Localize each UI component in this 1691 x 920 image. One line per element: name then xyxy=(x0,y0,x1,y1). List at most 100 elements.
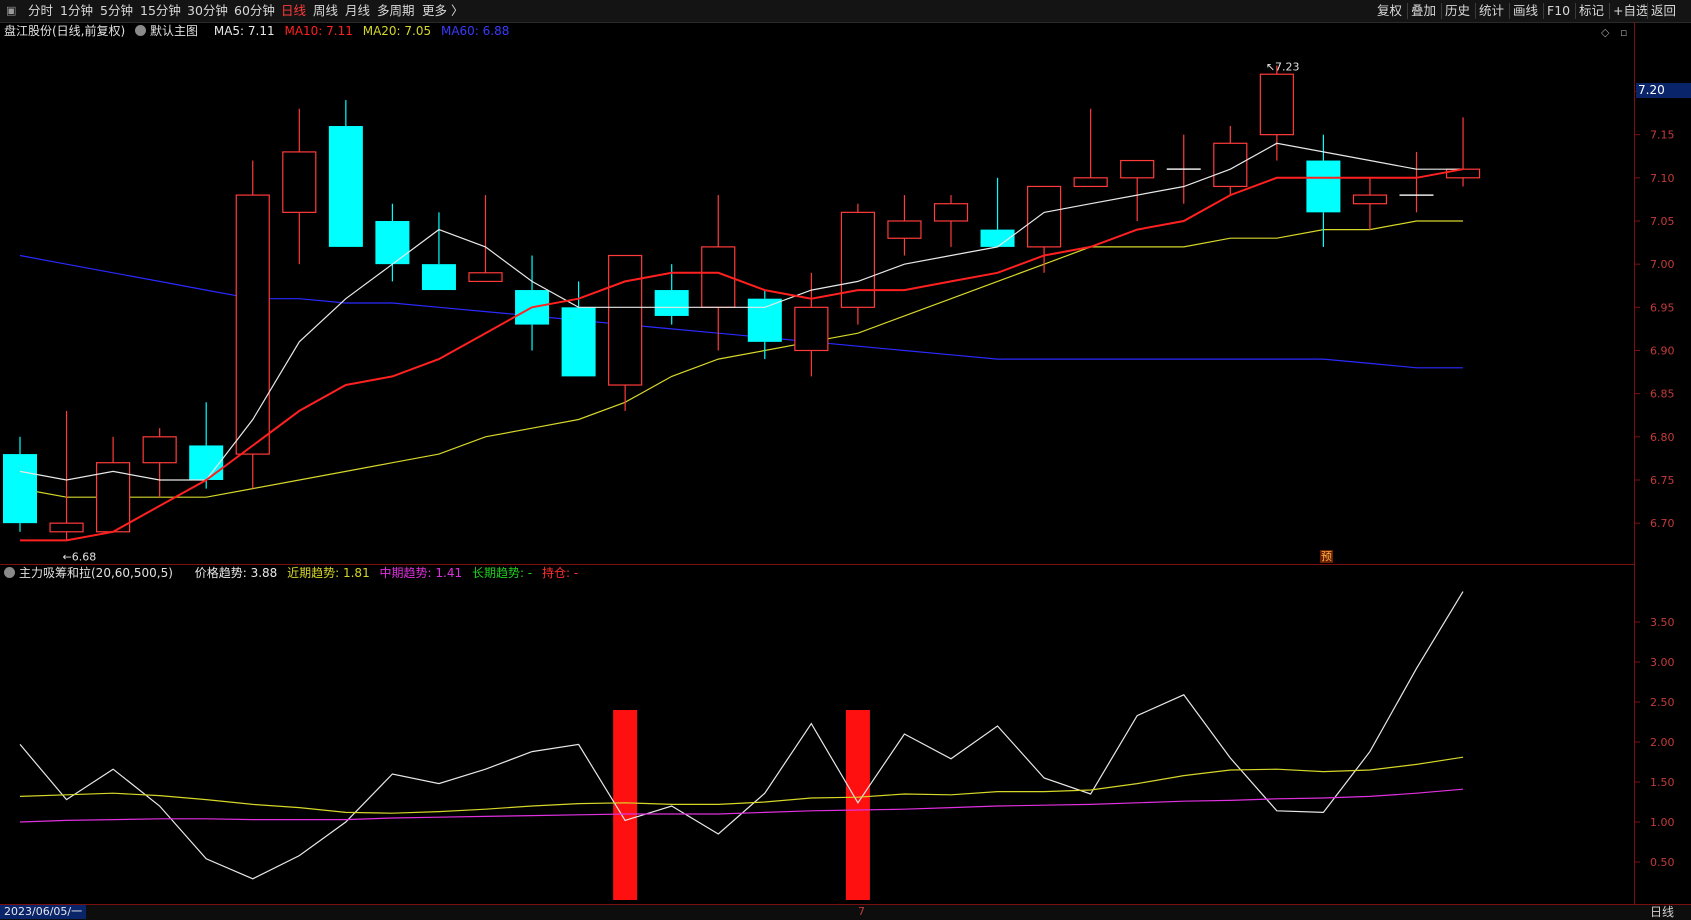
candle xyxy=(933,195,969,247)
period-indicator[interactable]: 日线 xyxy=(1634,905,1690,919)
tool-button-3[interactable]: 统计 xyxy=(1479,3,1504,19)
candle xyxy=(375,203,410,282)
tool-separator xyxy=(1475,3,1476,19)
y-tick-label: 7.05 xyxy=(1650,215,1675,228)
candle xyxy=(235,160,270,489)
signal-bar xyxy=(613,710,638,900)
candle xyxy=(980,177,1015,247)
candle-body-up xyxy=(1120,159,1155,179)
high-price-marker: ↖7.23 xyxy=(1266,61,1300,74)
candle xyxy=(1445,117,1481,187)
candle-body-down xyxy=(421,264,456,291)
hold-label: 持仓: - xyxy=(541,566,579,580)
candle-body-down xyxy=(654,290,689,316)
tool-separator xyxy=(1509,3,1510,19)
period-tab-6[interactable]: 日线 xyxy=(281,3,306,19)
near-trend-line xyxy=(19,756,1464,814)
tool-button-7[interactable]: +自选 xyxy=(1613,3,1648,19)
candle xyxy=(561,281,596,377)
candle xyxy=(887,195,922,256)
candle xyxy=(1259,65,1294,161)
template-selector[interactable]: 默认主图 xyxy=(135,24,204,38)
candle-body-up xyxy=(608,254,643,386)
candle-body-down xyxy=(747,298,782,342)
main-chart-legend: 盘江股份(日线,前复权) 默认主图 MA5: 7.11 MA10: 7.11 M… xyxy=(4,23,515,39)
long-trend-label: 长期趋势: - xyxy=(471,566,533,580)
mid-trend-label: 中期趋势: 1.41 xyxy=(379,566,463,580)
y-axis: 7.207.157.107.057.006.956.906.856.806.75… xyxy=(1634,85,1675,869)
period-tab-1[interactable]: 1分钟 xyxy=(60,3,93,19)
tool-separator xyxy=(1441,3,1442,19)
candle xyxy=(282,108,317,265)
y-tick-label: 3.00 xyxy=(1650,656,1675,669)
tool-button-5[interactable]: F10 xyxy=(1547,3,1570,19)
period-tab-10[interactable]: 更多 〉 xyxy=(422,3,463,19)
square-dot-icon[interactable]: ▣ xyxy=(6,4,16,17)
y-tick-label: 6.80 xyxy=(1650,431,1675,444)
current-price-label: 7.20 xyxy=(1636,83,1691,99)
tool-separator xyxy=(1609,3,1610,19)
ma5-label: MA5: 7.11 xyxy=(213,24,275,38)
candle xyxy=(49,410,84,541)
tool-button-8[interactable]: 返回 xyxy=(1651,3,1676,19)
y-tick-label: 6.95 xyxy=(1650,301,1675,314)
ma5-line xyxy=(19,142,1463,481)
lock-icon[interactable]: ▫ xyxy=(1620,26,1627,39)
candle-body-up xyxy=(794,306,829,352)
candle-body-down xyxy=(980,229,1015,247)
diamond-icon[interactable]: ◇ xyxy=(1601,26,1609,39)
date-cursor-label: 2023/06/05/一 xyxy=(0,905,87,919)
pre-marker[interactable]: 预 xyxy=(1320,550,1333,563)
candle xyxy=(95,436,131,533)
ma10-label: MA10: 7.11 xyxy=(284,24,353,38)
candle-body-up xyxy=(1352,194,1388,205)
period-tab-2[interactable]: 5分钟 xyxy=(100,3,133,19)
period-tab-0[interactable]: 分时 xyxy=(28,3,53,19)
candle xyxy=(3,436,37,532)
y-tick-label: 1.00 xyxy=(1650,816,1675,829)
tool-separator xyxy=(1543,3,1544,19)
indicator-selector[interactable]: 主力吸筹和拉(20,60,500,5) xyxy=(4,566,179,580)
candle xyxy=(654,264,689,325)
period-tab-3[interactable]: 15分钟 xyxy=(140,3,181,19)
period-toolbar: ▣ 分时 1分钟 5分钟 15分钟 30分钟 60分钟 日线 周线 月线 多周期 更多 〉 复权 叠加… xyxy=(0,0,1691,23)
candle xyxy=(608,254,643,411)
candle xyxy=(1306,134,1341,247)
tool-separator xyxy=(1407,3,1408,19)
candle-body-up xyxy=(1073,177,1108,188)
period-tab-9[interactable]: 多周期 xyxy=(377,3,415,19)
tool-button-4[interactable]: 画线 xyxy=(1513,3,1538,19)
near-trend-label: 近期趋势: 1.81 xyxy=(287,566,370,580)
tool-button-1[interactable]: 叠加 xyxy=(1411,3,1436,19)
kline-chart[interactable]: 7.20 7.15 7.10 7.05 7.00 6.95 6.90 6.85 6.80 6.75… xyxy=(0,0,1691,919)
gear-dot-icon xyxy=(4,567,15,578)
ma20-line xyxy=(19,220,1463,498)
month-mark: 7 xyxy=(858,905,865,918)
y-tick-label: 2.50 xyxy=(1650,696,1675,709)
tool-button-6[interactable]: 标记 xyxy=(1579,3,1604,19)
candle xyxy=(794,272,829,377)
tool-button-0[interactable]: 复权 xyxy=(1377,3,1402,19)
candle-body-up xyxy=(933,203,969,222)
period-tab-4[interactable]: 30分钟 xyxy=(187,3,228,19)
time-axis xyxy=(0,904,1691,920)
ma20-label: MA20: 7.05 xyxy=(362,24,432,38)
tool-button-2[interactable]: 历史 xyxy=(1445,3,1470,19)
candle-body-up xyxy=(840,211,876,308)
period-tab-7[interactable]: 周线 xyxy=(313,3,338,19)
candle-body-down xyxy=(561,307,596,377)
period-tab-5[interactable]: 60分钟 xyxy=(234,3,275,19)
price-trend-label: 价格趋势: 3.88 xyxy=(194,566,278,580)
period-tab-8[interactable]: 月线 xyxy=(345,3,370,19)
mid-trend-line xyxy=(19,788,1464,823)
tool-separator xyxy=(1575,3,1576,19)
candle-body-down xyxy=(375,220,410,265)
candle-body-up xyxy=(282,151,317,213)
candle xyxy=(142,428,177,498)
candle-body-up xyxy=(1445,168,1481,179)
candle xyxy=(1073,108,1108,188)
stock-title[interactable]: 盘江股份(日线,前复权) xyxy=(4,24,125,38)
y-tick-label: 6.75 xyxy=(1650,474,1675,487)
main-pane xyxy=(3,65,1481,542)
y-tick-label: 7.10 xyxy=(1650,172,1675,185)
